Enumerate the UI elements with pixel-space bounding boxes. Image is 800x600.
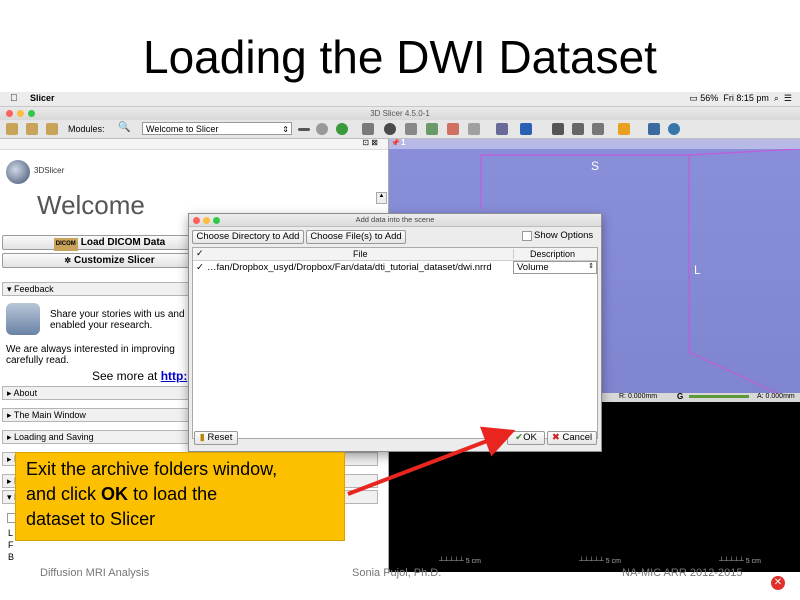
footer-left: Diffusion MRI Analysis [40,567,150,579]
close-slide-icon[interactable]: ✕ [771,576,785,590]
footer-center: Sonia Pujol, Ph.D. [352,567,442,579]
footer-right: NA-MIC ARR 2012-2015 [622,567,743,579]
pointer-arrow [347,426,516,496]
